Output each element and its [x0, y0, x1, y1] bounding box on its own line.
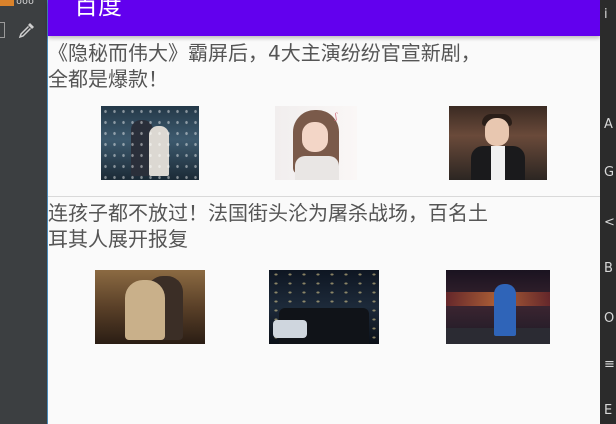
tool-icon[interactable]: E — [604, 404, 612, 417]
ide-left-toolbar: ooo — [0, 0, 48, 424]
news-title[interactable]: 连孩子都不放过！法国街头沦为屠杀战场，百名土耳其人展开报复 — [48, 200, 488, 252]
tool-icon[interactable]: O — [604, 312, 614, 325]
doc-icon[interactable] — [0, 22, 5, 38]
app-toolbar: 百度 — [48, 0, 600, 36]
hugging-people-image[interactable] — [95, 270, 205, 344]
tool-icon[interactable]: A — [604, 118, 613, 131]
news-divider — [48, 196, 600, 197]
tool-icon[interactable]: G — [604, 166, 614, 179]
actress-portrait-image[interactable]: ʃ — [275, 106, 357, 180]
news-item[interactable]: 连孩子都不放过！法国街头沦为屠杀战场，百名土耳其人展开报复 — [48, 200, 600, 350]
news-title[interactable]: 《隐秘而伟大》霸屏后，4大主演纷纷官宣新剧，全都是爆款！ — [48, 40, 488, 92]
actor-portrait-image[interactable] — [449, 106, 547, 180]
tool-icon[interactable]: ≡ — [604, 358, 615, 371]
eyedropper-icon[interactable] — [17, 20, 37, 40]
tool-icon[interactable]: i — [604, 8, 608, 21]
project-tab-icon[interactable] — [0, 0, 14, 6]
drama-couple-snow-image[interactable] — [101, 106, 199, 180]
police-officer-night-image[interactable] — [446, 270, 550, 344]
ide-right-toolbar: i A G < B O ≡ E — [600, 0, 616, 424]
app-screen: 百度 《隐秘而伟大》霸屏后，4大主演纷纷官宣新剧，全都是爆款！ ʃ 连孩子都不放… — [48, 0, 600, 424]
toolbar-title: 百度 — [74, 0, 122, 20]
tool-icon[interactable]: < — [604, 216, 615, 229]
news-item[interactable]: 《隐秘而伟大》霸屏后，4大主演纷纷官宣新剧，全都是爆款！ ʃ — [48, 40, 600, 196]
project-tab-label[interactable]: ooo — [16, 0, 34, 7]
tool-icon[interactable]: B — [604, 262, 613, 275]
night-street-crowd-image[interactable] — [269, 270, 379, 344]
